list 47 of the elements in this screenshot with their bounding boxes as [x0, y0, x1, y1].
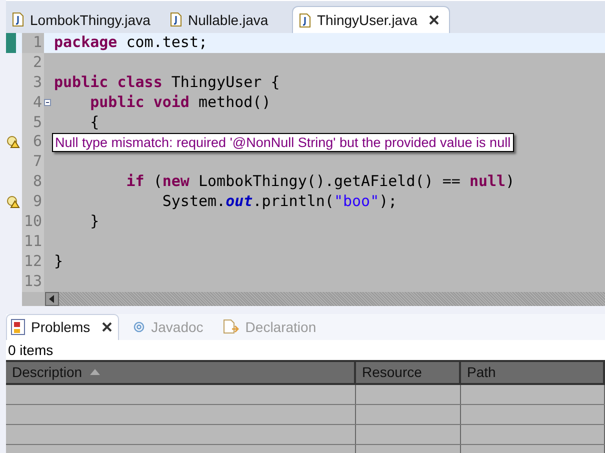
code-line: } — [89, 212, 100, 230]
view-tab[interactable]: Problems — [6, 314, 120, 340]
sort-ascending-icon — [90, 369, 100, 376]
table-row[interactable] — [6, 384, 605, 405]
line-number: 2 — [22, 52, 44, 73]
java-file-icon — [299, 12, 311, 28]
line-number: 12 — [22, 252, 44, 272]
line-number: 4 — [22, 92, 44, 113]
declaration-icon — [223, 318, 240, 335]
line-number: 1 — [22, 33, 44, 53]
java-file-icon — [12, 12, 24, 27]
code-line: public void method() — [89, 92, 271, 111]
column-header[interactable]: Path — [461, 362, 605, 385]
line-number: 11 — [22, 232, 44, 252]
view-tab[interactable]: Javadoc — [129, 314, 210, 340]
collapse-icon[interactable] — [44, 99, 51, 106]
left-arrow-icon — [49, 294, 55, 303]
code-line: if (new LombokThingy().getAField() == null) — [125, 172, 515, 190]
code-line: package com.test; — [54, 33, 208, 51]
line-number: 7 — [22, 152, 44, 172]
java-file-icon — [170, 12, 182, 27]
editor-tab[interactable]: Nullable.java — [164, 6, 292, 33]
code-line: public class ThingyUser { — [54, 72, 280, 91]
item-count: 0 items — [7, 340, 54, 360]
editor-tab[interactable]: ThingyUser.java — [292, 6, 450, 33]
line-number: 10 — [22, 212, 44, 232]
column-header[interactable]: Description — [6, 362, 356, 385]
problems-icon — [11, 319, 25, 336]
horizontal-scrollbar[interactable] — [45, 292, 605, 306]
line-number: 8 — [22, 172, 44, 192]
line-number: 13 — [22, 272, 44, 292]
tooltip: Null type mismatch: required '@NonNull String' but the provided value is null — [52, 133, 514, 152]
scroll-left-button[interactable] — [45, 292, 59, 306]
line-number: 6 — [22, 132, 44, 152]
code-line: { — [89, 112, 100, 131]
close-icon[interactable] — [102, 322, 112, 332]
column-header[interactable]: Resource — [356, 362, 461, 385]
close-icon[interactable] — [429, 15, 440, 25]
editor-tab[interactable]: LombokThingy.java — [6, 6, 164, 33]
code-line: } — [54, 252, 64, 270]
view-tab[interactable]: Declaration — [219, 314, 322, 340]
code-line: System.out.println("boo"); — [161, 192, 398, 210]
line-number: 9 — [22, 192, 44, 212]
line-number: 3 — [22, 72, 44, 93]
line-number: 5 — [22, 112, 44, 132]
code-editor[interactable] — [6, 33, 605, 306]
at-sign-icon — [133, 320, 146, 333]
